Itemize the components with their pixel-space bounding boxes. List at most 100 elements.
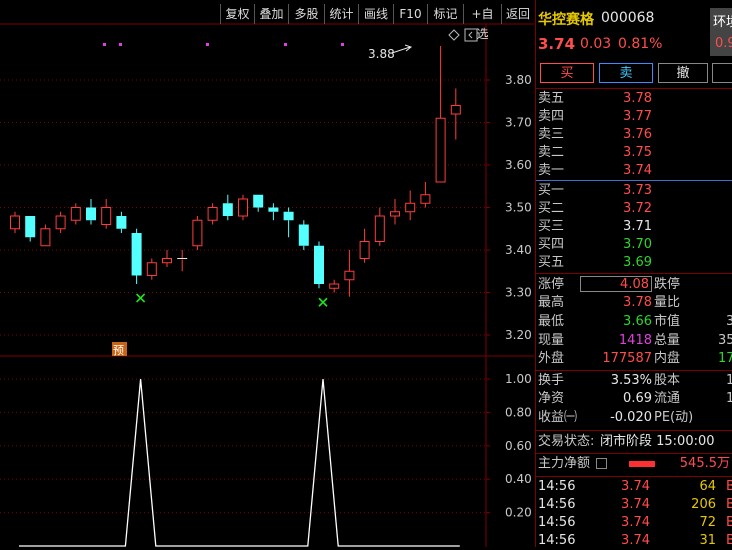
- indicator-tick-label: 0.80: [505, 405, 532, 419]
- diamond-icon[interactable]: [448, 29, 460, 41]
- candle: [359, 228, 370, 263]
- price-change-pct: 0.81%: [618, 36, 663, 52]
- sell-button[interactable]: 卖: [599, 63, 653, 83]
- toolbar-f10-button[interactable]: F10: [393, 4, 427, 24]
- flow-detail-icon[interactable]: [596, 458, 607, 469]
- market-value: 3: [726, 314, 732, 329]
- collapse-icon[interactable]: [464, 28, 478, 42]
- bid-price: 3.72: [623, 201, 652, 216]
- ask-row[interactable]: 卖四 3.77: [536, 108, 732, 126]
- marker-dot: [284, 43, 287, 46]
- equity-label: 股本: [654, 373, 681, 388]
- signal-x-icon: [136, 293, 146, 303]
- ask-row[interactable]: 卖一 3.74: [536, 162, 732, 180]
- nav-label: 净资: [538, 391, 565, 406]
- forecast-marker[interactable]: 预: [112, 342, 127, 357]
- main-flow-bar: [629, 461, 655, 467]
- price-tick-label: 3.60: [505, 158, 532, 172]
- total-volume-label: 总量: [654, 333, 681, 348]
- toolbar-mark-button[interactable]: 标记: [427, 4, 463, 24]
- forecast-marker-label: 预: [113, 344, 124, 357]
- candle: [344, 250, 355, 297]
- chart-area[interactable]: 3.80 3.70 3.60 3.50 3.40 3.30 3.20 1.00 0.80 0.60…: [0, 0, 535, 547]
- tick-price: 3.74: [621, 479, 650, 494]
- candle: [192, 216, 203, 250]
- marker-dot: [103, 43, 106, 46]
- limit-up-value: 4.08: [580, 276, 652, 292]
- bid-row[interactable]: 买四 3.70: [536, 236, 732, 254]
- candle: [405, 190, 416, 221]
- toolbar-draw-button[interactable]: 画线: [358, 4, 393, 24]
- tick-row: 14:56 3.74 206 B: [536, 496, 732, 514]
- total-volume: 35: [718, 333, 732, 348]
- bid-price: 3.73: [623, 183, 652, 198]
- price-tick-label: 3.70: [505, 116, 532, 130]
- candle: [131, 228, 142, 284]
- candle: [25, 216, 36, 242]
- float-label: 流通: [654, 391, 681, 406]
- toolbar-stats-button[interactable]: 统计: [324, 4, 358, 24]
- candle: [116, 211, 127, 233]
- candle: [55, 211, 66, 233]
- stock-name: 华控赛格: [538, 12, 594, 28]
- bid-price: 3.70: [623, 237, 652, 252]
- candle: [329, 279, 340, 293]
- high-price-label: 3.88: [368, 47, 395, 61]
- eps-value: -0.020: [610, 410, 652, 425]
- ask-row[interactable]: 卖二 3.75: [536, 144, 732, 162]
- bid-row[interactable]: 买一 3.73: [536, 182, 732, 200]
- candle: [435, 46, 446, 183]
- toolbar-watchlist-button[interactable]: +自选: [463, 4, 501, 41]
- candle: [222, 194, 233, 221]
- volume-ratio-label: 量比: [654, 295, 681, 310]
- current-price: 3.74: [538, 35, 576, 53]
- cancel-button[interactable]: 撤: [658, 63, 708, 83]
- marker-dot: [341, 43, 344, 46]
- main-flow-value: 545.5万: [679, 456, 730, 471]
- limit-down-label: 跌停: [654, 277, 681, 292]
- bid-row[interactable]: 买二 3.72: [536, 200, 732, 218]
- tick-time: 14:56: [538, 479, 576, 494]
- bid-row[interactable]: 买三 3.71: [536, 218, 732, 236]
- candle: [268, 203, 279, 221]
- tick-flag: B: [726, 533, 732, 548]
- candle: [40, 224, 51, 247]
- tick-volume: 72: [699, 515, 716, 530]
- high-label: 最高: [538, 295, 565, 310]
- candle: [177, 250, 188, 272]
- candle: [298, 220, 309, 250]
- outer-volume: 177587: [602, 351, 652, 366]
- chart-grid: [0, 23, 534, 547]
- candle: [101, 199, 112, 229]
- candle: [390, 199, 400, 225]
- bid-row[interactable]: 买五 3.69: [536, 254, 732, 272]
- toolbar-back-button[interactable]: 返回: [501, 4, 534, 24]
- tick-volume: 206: [691, 497, 716, 512]
- trade-status-label: 交易状态:: [538, 434, 595, 449]
- current-volume-label: 现量: [538, 333, 565, 348]
- candle: [374, 207, 385, 246]
- buy-button[interactable]: 买: [540, 63, 594, 83]
- ask-label: 卖四: [538, 109, 565, 124]
- outer-volume-label: 外盘: [538, 351, 565, 366]
- ask-label: 卖三: [538, 127, 565, 142]
- toolbar-overlay-button[interactable]: 叠加: [254, 4, 288, 24]
- sector-tag[interactable]: 环境 0.9: [710, 8, 732, 56]
- candle: [314, 241, 324, 289]
- float-value: 1: [726, 391, 732, 406]
- toolbar-adjust-button[interactable]: 复权: [220, 4, 254, 24]
- inner-volume: 17: [718, 351, 732, 366]
- bid-label: 买一: [538, 183, 565, 198]
- marker-dot: [206, 43, 209, 46]
- ask-row[interactable]: 卖三 3.76: [536, 126, 732, 144]
- current-volume: 1418: [618, 333, 652, 348]
- quote-panel: 华控赛格 000068 环境 0.9 3.74 0.03 0.81% 买 卖 撤…: [535, 0, 732, 548]
- ask-row[interactable]: 卖五 3.78: [536, 90, 732, 108]
- tick-price: 3.74: [621, 533, 650, 548]
- more-button[interactable]: [712, 63, 732, 83]
- pe-label: PE(动): [654, 410, 694, 425]
- tick-time: 14:56: [538, 497, 576, 512]
- toolbar-multi-stock-button[interactable]: 多股: [288, 4, 324, 24]
- candle: [146, 258, 157, 280]
- candle: [207, 203, 218, 225]
